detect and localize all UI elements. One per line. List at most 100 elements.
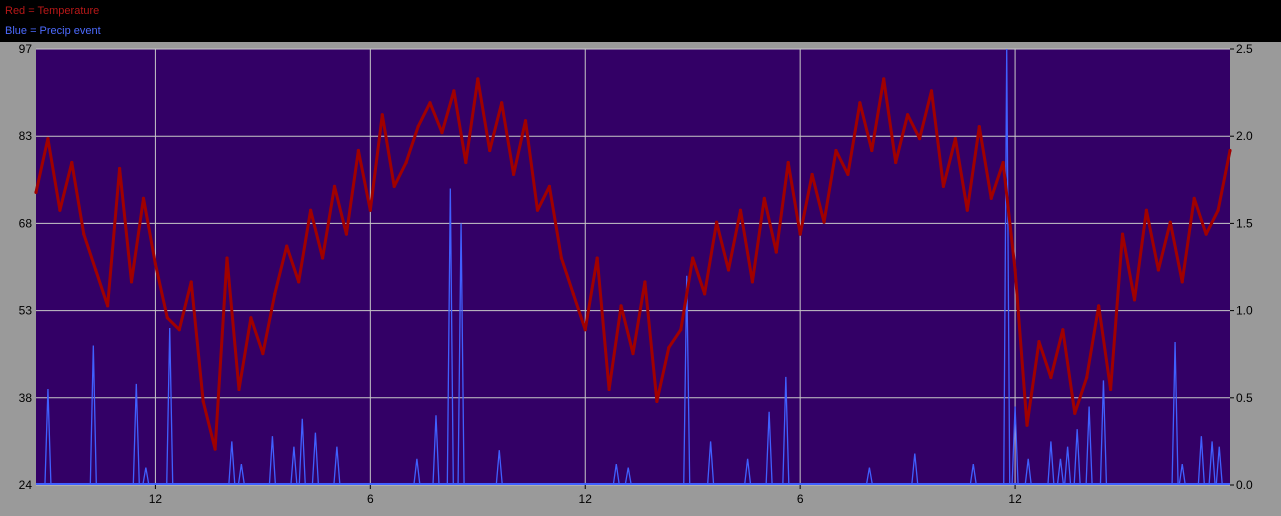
temperature-point bbox=[82, 232, 86, 236]
temperature-point bbox=[273, 292, 277, 296]
temperature-point bbox=[320, 256, 325, 260]
temperature-point bbox=[129, 280, 134, 284]
temperature-point bbox=[1216, 208, 1220, 212]
temperature-point bbox=[309, 208, 313, 212]
y-left-tick-label: 68 bbox=[19, 216, 33, 230]
temperature-point bbox=[977, 125, 981, 129]
temperature-point bbox=[297, 280, 301, 284]
temperature-point bbox=[1120, 232, 1125, 236]
temperature-point bbox=[762, 196, 766, 200]
temperature-point bbox=[356, 148, 360, 153]
y-left-tick-label: 97 bbox=[19, 42, 33, 56]
temperature-point bbox=[285, 244, 289, 248]
y-right-tick-label: 1.5 bbox=[1236, 216, 1253, 230]
temperature-point bbox=[917, 136, 922, 141]
temperature-point bbox=[643, 280, 647, 284]
y-axis-right-ticks: 2.5 2.0 1.5 1.0 0.5 0.0 bbox=[1230, 42, 1253, 492]
temperature-point bbox=[691, 256, 695, 260]
temperature-point bbox=[488, 148, 492, 153]
y-left-tick-label: 38 bbox=[19, 391, 33, 405]
temperature-point bbox=[380, 113, 384, 117]
temperature-point bbox=[655, 399, 659, 403]
legend-precip-label: Blue = Precip event bbox=[5, 25, 101, 37]
temperature-point bbox=[1049, 375, 1053, 380]
temperature-point bbox=[153, 262, 157, 266]
temperature-point bbox=[667, 346, 671, 350]
temperature-point bbox=[237, 387, 241, 392]
temperature-point bbox=[344, 232, 349, 236]
temperature-point bbox=[559, 256, 563, 260]
temperature-point bbox=[464, 160, 468, 165]
temperature-point bbox=[1085, 375, 1089, 380]
temperature-point bbox=[452, 89, 456, 93]
temperature-point bbox=[1180, 280, 1184, 284]
temperature-point bbox=[1037, 340, 1041, 344]
temperature-point bbox=[1192, 196, 1196, 200]
temperature-point bbox=[1168, 220, 1172, 224]
temperature-point bbox=[1228, 148, 1232, 153]
temperature-point bbox=[607, 387, 611, 392]
temperature-point bbox=[1204, 232, 1208, 236]
temperature-point bbox=[1109, 387, 1113, 392]
temperature-point bbox=[1073, 411, 1077, 415]
temperature-point bbox=[750, 280, 755, 284]
x-tick-label: 12 bbox=[579, 492, 593, 506]
temperature-point bbox=[177, 328, 181, 332]
temperature-point bbox=[46, 136, 50, 141]
temperature-point bbox=[261, 352, 265, 356]
temperature-point bbox=[94, 268, 98, 272]
temperature-point bbox=[571, 292, 575, 296]
temperature-point bbox=[595, 256, 599, 260]
temperature-point bbox=[404, 160, 408, 165]
temperature-point bbox=[953, 136, 957, 141]
temperature-point bbox=[440, 131, 444, 135]
temperature-point bbox=[738, 208, 743, 212]
y-left-tick-label: 83 bbox=[19, 129, 33, 143]
temperature-point bbox=[368, 208, 372, 212]
temperature-point bbox=[798, 232, 802, 236]
temperature-point bbox=[1013, 268, 1017, 272]
y-left-tick-label: 24 bbox=[19, 478, 33, 492]
temperature-point bbox=[34, 190, 38, 194]
temperature-point bbox=[774, 250, 778, 254]
temperature-point bbox=[894, 160, 898, 165]
temperature-point bbox=[1001, 160, 1005, 165]
temperature-point bbox=[500, 101, 504, 105]
temperature-point bbox=[941, 184, 946, 188]
legend-temperature-label: Red = Temperature bbox=[5, 5, 100, 17]
temperature-point bbox=[70, 160, 74, 165]
y-left-tick-label: 53 bbox=[19, 304, 33, 318]
temperature-point bbox=[679, 328, 683, 332]
y-right-tick-label: 2.5 bbox=[1236, 42, 1253, 56]
temperature-point bbox=[870, 148, 874, 153]
y-right-tick-label: 2.0 bbox=[1236, 129, 1253, 143]
temperature-point bbox=[476, 77, 480, 81]
temperature-point bbox=[201, 399, 205, 403]
temperature-point bbox=[511, 172, 516, 177]
temperature-point bbox=[810, 172, 814, 177]
temperature-point bbox=[906, 113, 910, 117]
temperature-point bbox=[165, 316, 169, 320]
temperature-point bbox=[583, 328, 587, 332]
temperature-point bbox=[416, 125, 420, 129]
temperature-point bbox=[1097, 304, 1101, 308]
temperature-point bbox=[1156, 268, 1160, 272]
chart-frame: 97 83 68 53 38 24 2.5 2.0 1.5 1.0 0.5 0.0 12 6 12 6 12 bbox=[0, 42, 1281, 516]
y-axis-left-ticks: 97 83 68 53 38 24 bbox=[19, 42, 33, 492]
y-right-tick-label: 0.0 bbox=[1236, 478, 1253, 492]
temperature-point bbox=[714, 220, 719, 224]
temperature-point bbox=[1144, 208, 1149, 212]
temperature-point bbox=[1132, 298, 1137, 302]
temperature-point bbox=[989, 196, 993, 200]
temperature-point bbox=[213, 447, 217, 451]
plot-area bbox=[36, 49, 1230, 485]
temperature-point bbox=[786, 160, 790, 165]
temperature-point bbox=[834, 148, 838, 153]
x-tick-label: 12 bbox=[1008, 492, 1022, 506]
temperature-point bbox=[631, 352, 635, 356]
temperature-point bbox=[523, 119, 528, 123]
temperature-point bbox=[189, 280, 193, 284]
temperature-point bbox=[929, 89, 934, 93]
x-tick-label: 12 bbox=[149, 492, 163, 506]
y-right-tick-label: 1.0 bbox=[1236, 304, 1253, 318]
